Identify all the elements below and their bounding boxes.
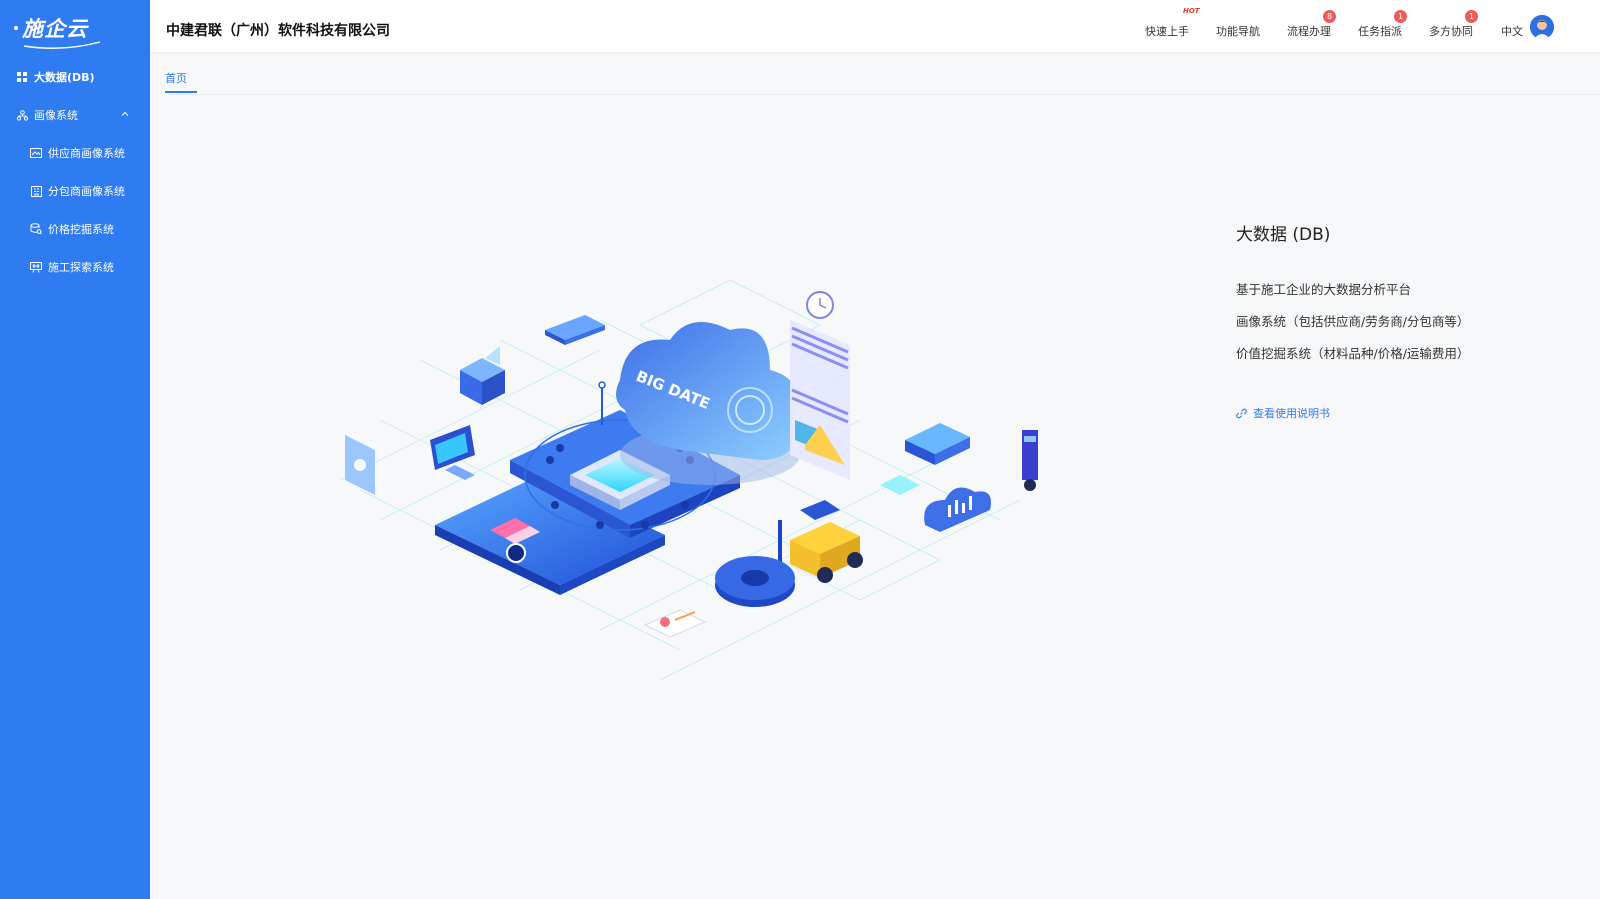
nav-multi-party-collaboration[interactable]: 1 多方协同 — [1429, 10, 1478, 39]
sidebar-item-construction-exploration[interactable]: 施工探索系统 — [0, 248, 150, 286]
nav-label: 流程办理 — [1287, 25, 1331, 38]
avatar[interactable] — [1530, 15, 1554, 39]
sidebar-item-label: 分包商画像系统 — [48, 185, 125, 198]
phone-shape — [545, 315, 605, 345]
camera-card-shape — [345, 435, 375, 495]
cloud-chart-shape — [924, 487, 991, 532]
sidebar-item-label: 施工探索系统 — [48, 261, 114, 274]
sidebar-item-supplier-portrait[interactable]: 供应商画像系统 — [0, 134, 150, 172]
sidebar-item-label: 画像系统 — [34, 109, 78, 122]
grid-icon — [16, 71, 28, 83]
nav-function-navigation[interactable]: 功能导航 — [1216, 23, 1260, 39]
notification-badge: 1 — [1394, 10, 1407, 23]
sidebar-item-portrait-system[interactable]: 画像系统 — [0, 96, 150, 134]
info-line: 基于施工企业的大数据分析平台 — [1236, 282, 1412, 297]
gears-shape — [715, 556, 795, 607]
notification-badge: 1 — [1465, 10, 1478, 23]
view-manual-link[interactable]: 查看使用说明书 — [1236, 405, 1576, 421]
sidebar-item-label: 大数据(DB) — [34, 71, 95, 84]
logo[interactable]: 施企云 — [14, 10, 101, 49]
chevron-up-icon[interactable] — [120, 109, 130, 119]
user-avatar-icon — [1530, 15, 1554, 39]
top-header: 中建君联（广州）软件科技有限公司 HOT 快速上手 功能导航 8 流程办理 1 … — [150, 0, 1600, 53]
cloud-shape: BIG DATE — [616, 322, 802, 485]
sidebar-item-price-mining[interactable]: 价格挖掘系统 — [0, 210, 150, 248]
database-search-icon — [30, 223, 42, 235]
logo-dot — [14, 26, 18, 30]
notification-badge: 8 — [1323, 10, 1336, 23]
org-chart-icon — [16, 109, 28, 121]
report-card-shape — [643, 609, 707, 638]
nav-quick-start[interactable]: HOT 快速上手 — [1145, 7, 1200, 39]
tab-bar: 首页 — [165, 53, 1600, 95]
nav-label: 快速上手 — [1145, 25, 1189, 38]
sidebar-item-label: 供应商画像系统 — [48, 147, 125, 160]
company-name: 中建君联（广州）软件科技有限公司 — [166, 23, 390, 39]
construction-icon — [30, 261, 42, 273]
info-line: 画像系统（包括供应商/劳务商/分包商等） — [1236, 314, 1470, 329]
nav-label: 多方协同 — [1429, 25, 1473, 38]
info-panel: 大数据 (DB) 基于施工企业的大数据分析平台 画像系统（包括供应商/劳务商/分… — [1236, 220, 1576, 421]
logo-text: 施企云 — [22, 16, 88, 41]
box-shape — [460, 346, 505, 405]
view-manual-label: 查看使用说明书 — [1253, 407, 1330, 420]
tab-home[interactable]: 首页 — [165, 70, 187, 86]
logo-swoosh-icon — [23, 41, 101, 49]
tab-active-indicator — [165, 91, 197, 93]
sidebar-nav: 大数据(DB) 画像系统 供应商画像系统 分包商画像系统 价格挖掘系统 施工探索… — [0, 58, 150, 286]
link-icon — [1236, 408, 1247, 418]
nav-label: 功能导航 — [1216, 25, 1260, 38]
monitor-shape — [430, 425, 475, 480]
building-icon — [30, 185, 42, 197]
info-line: 价值挖掘系统（材料品种/价格/运输费用） — [1236, 346, 1470, 361]
sidebar-item-subcontractor-portrait[interactable]: 分包商画像系统 — [0, 172, 150, 210]
hot-badge: HOT — [1183, 7, 1200, 15]
robot-shape — [1022, 430, 1038, 491]
language-label: 中文 — [1501, 25, 1523, 38]
sidebar: 施企云 大数据(DB) 画像系统 供应商画像系统 分包商画像系统 价格挖掘系统 … — [0, 0, 150, 899]
nav-label: 任务指派 — [1358, 25, 1402, 38]
nav-process-handling[interactable]: 8 流程办理 — [1287, 10, 1336, 39]
big-data-illustration: BIG DATE — [339, 279, 1038, 681]
sidebar-item-label: 价格挖掘系统 — [48, 223, 114, 236]
document-panel-shape — [790, 291, 850, 567]
server-block-shape — [880, 423, 970, 495]
image-card-icon — [30, 147, 42, 159]
sidebar-item-big-data[interactable]: 大数据(DB) — [0, 58, 150, 96]
nav-task-assignment[interactable]: 1 任务指派 — [1358, 10, 1407, 39]
info-title: 大数据 (DB) — [1236, 225, 1331, 245]
